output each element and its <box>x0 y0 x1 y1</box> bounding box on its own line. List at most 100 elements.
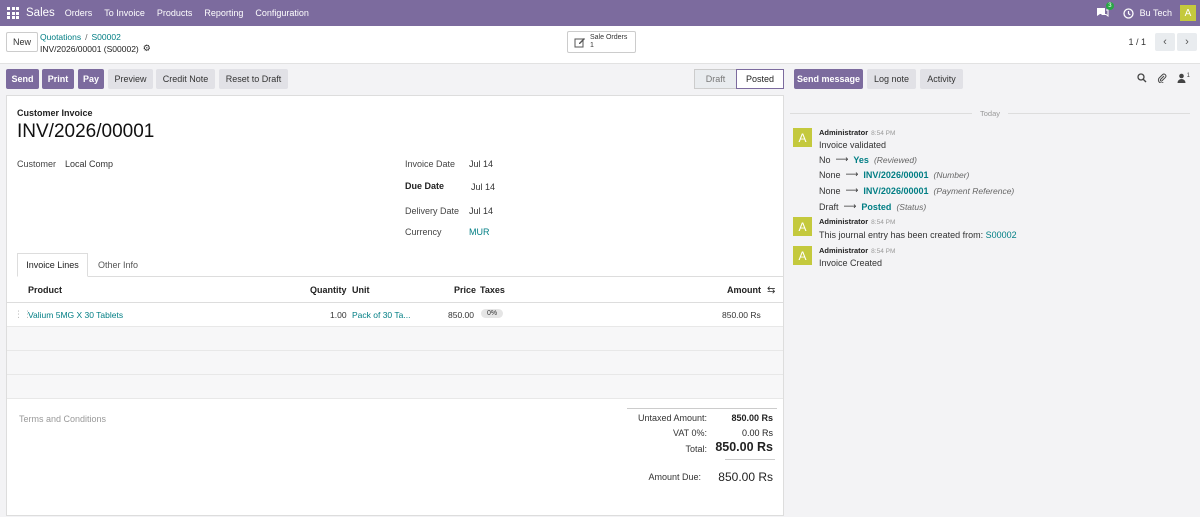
lines-table-header: Product Quantity Unit Price Taxes Amount… <box>7 277 783 303</box>
line-product[interactable]: Valium 5MG X 30 Tablets <box>28 310 123 320</box>
table-row[interactable]: ⋮⋮ Valium 5MG X 30 Tablets 1.00 Pack of … <box>7 303 783 327</box>
app-name[interactable]: Sales <box>26 7 55 19</box>
menu-to-invoice[interactable]: To Invoice <box>104 8 145 18</box>
pay-button[interactable]: Pay <box>78 69 104 89</box>
activity-button[interactable]: Activity <box>920 69 963 89</box>
author-name[interactable]: Administrator <box>819 128 868 137</box>
due-date-field[interactable]: Jul 14 <box>471 182 495 192</box>
preview-button[interactable]: Preview <box>108 69 153 89</box>
totals-summary: Untaxed Amount: 850.00 Rs VAT 0%: 0.00 R… <box>627 408 777 484</box>
document-type: Customer Invoice <box>17 108 93 118</box>
column-amount[interactable]: Amount <box>727 285 761 295</box>
menu-products[interactable]: Products <box>157 8 193 18</box>
menu-configuration[interactable]: Configuration <box>255 8 309 18</box>
arrow-right-icon: ⟶ <box>845 169 859 179</box>
record-title: INV/2026/00001 (S00002) ⚙ <box>40 43 151 54</box>
user-avatar[interactable]: A <box>1180 5 1196 21</box>
chatter-panel: Today A Administrator 8:54 PM Invoice val… <box>790 95 1200 517</box>
sale-orders-smart-button[interactable]: Sale Orders 1 <box>567 31 636 53</box>
action-bar: Send Print Pay Preview Credit Note Reset… <box>0 64 790 94</box>
breadcrumb-quotations[interactable]: Quotations <box>40 32 81 42</box>
pager-value[interactable]: 1 / 1 <box>1128 37 1146 47</box>
breadcrumb-order[interactable]: S00002 <box>92 32 121 42</box>
column-price[interactable]: Price <box>454 285 476 295</box>
clock-icon[interactable] <box>1122 7 1134 19</box>
menu-orders[interactable]: Orders <box>65 8 93 18</box>
message-author: Administrator 8:54 PM <box>819 246 895 255</box>
arrow-right-icon: ⟶ <box>843 201 857 211</box>
column-settings-icon[interactable]: ⇆ <box>767 285 775 296</box>
log-note-button[interactable]: Log note <box>867 69 916 89</box>
user-icon <box>1177 73 1186 83</box>
column-quantity[interactable]: Quantity <box>310 285 347 295</box>
send-message-button[interactable]: Send message <box>794 69 863 89</box>
print-button[interactable]: Print <box>42 69 74 89</box>
line-unit[interactable]: Pack of 30 Ta... <box>352 310 410 320</box>
source-order-link[interactable]: S00002 <box>986 230 1017 240</box>
tab-invoice-lines[interactable]: Invoice Lines <box>17 253 88 277</box>
column-product[interactable]: Product <box>28 285 62 295</box>
credit-note-button[interactable]: Credit Note <box>156 69 215 89</box>
smart-button-count: 1 <box>590 42 594 49</box>
tracking-value: Draft ⟶ Posted (Status) <box>819 201 926 212</box>
column-unit[interactable]: Unit <box>352 285 370 295</box>
avatar[interactable]: A <box>793 246 812 265</box>
tracking-new: Yes <box>853 154 869 165</box>
untaxed-amount-label: Untaxed Amount: <box>637 413 707 423</box>
line-price[interactable]: 850.00 <box>448 310 474 320</box>
empty-row[interactable] <box>7 351 783 375</box>
tracking-field: (Reviewed) <box>873 154 917 165</box>
pager-previous-button[interactable]: ‹ <box>1155 33 1175 51</box>
author-name[interactable]: Administrator <box>819 246 868 255</box>
arrow-right-icon: ⟶ <box>835 154 849 164</box>
message-author: Administrator 8:54 PM <box>819 217 895 226</box>
menu-reporting[interactable]: Reporting <box>204 8 243 18</box>
empty-row[interactable] <box>7 375 783 399</box>
messaging-button[interactable]: 3 <box>1096 1 1114 20</box>
breadcrumb: Quotations / S00002 <box>40 32 121 42</box>
avatar[interactable]: A <box>793 128 812 147</box>
send-button[interactable]: Send <box>6 69 39 89</box>
edit-icon <box>574 38 585 48</box>
currency-field[interactable]: MUR <box>469 227 490 237</box>
tracking-value: None ⟶ INV/2026/00001 (Number) <box>819 169 969 180</box>
avatar[interactable]: A <box>793 217 812 236</box>
currency-label: Currency <box>405 227 442 237</box>
date-separator: Today <box>790 109 1191 118</box>
empty-row[interactable] <box>7 327 783 351</box>
smart-button-label: Sale Orders <box>590 34 628 41</box>
status-draft[interactable]: Draft <box>694 69 736 89</box>
column-taxes[interactable]: Taxes <box>480 285 505 295</box>
tab-other-info[interactable]: Other Info <box>93 253 143 277</box>
amount-due-value: 850.00 Rs <box>718 470 773 484</box>
status-posted[interactable]: Posted <box>736 69 784 89</box>
tracking-value: No ⟶ Yes (Reviewed) <box>819 154 917 165</box>
untaxed-amount-value: 850.00 Rs <box>731 413 773 423</box>
tracking-old: No <box>819 154 831 165</box>
paperclip-icon[interactable] <box>1157 73 1167 83</box>
message-body: Invoice Created <box>819 258 883 268</box>
new-button[interactable]: New <box>6 32 39 52</box>
tracking-field: (Number) <box>933 169 970 180</box>
search-icon[interactable] <box>1137 73 1147 83</box>
line-amount: 850.00 Rs <box>722 310 761 320</box>
author-name[interactable]: Administrator <box>819 217 868 226</box>
total-label: Total: <box>685 444 707 454</box>
terms-and-conditions-field[interactable]: Terms and Conditions <box>19 414 106 424</box>
customer-field[interactable]: Local Comp <box>65 159 113 169</box>
invoice-date-field[interactable]: Jul 14 <box>469 159 493 169</box>
line-quantity[interactable]: 1.00 <box>330 310 347 320</box>
company-switcher[interactable]: Bu Tech <box>1140 8 1172 18</box>
message-time: 8:54 PM <box>871 219 896 226</box>
pager-next-button[interactable]: › <box>1177 33 1197 51</box>
delivery-date-field[interactable]: Jul 14 <box>469 206 493 216</box>
tracking-field: (Payment Reference) <box>933 185 1015 196</box>
gear-icon[interactable]: ⚙ <box>143 43 151 54</box>
record-title-text: INV/2026/00001 (S00002) <box>40 43 139 54</box>
reset-to-draft-button[interactable]: Reset to Draft <box>219 69 288 89</box>
apps-menu-icon[interactable] <box>7 7 19 19</box>
followers-button[interactable]: 1 <box>1177 73 1190 83</box>
control-panel: New Quotations / S00002 INV/2026/00001 (S0… <box>0 26 1200 64</box>
message-body: This journal entry has been created from… <box>819 230 1017 240</box>
line-tax-badge[interactable]: 0% <box>481 309 504 318</box>
